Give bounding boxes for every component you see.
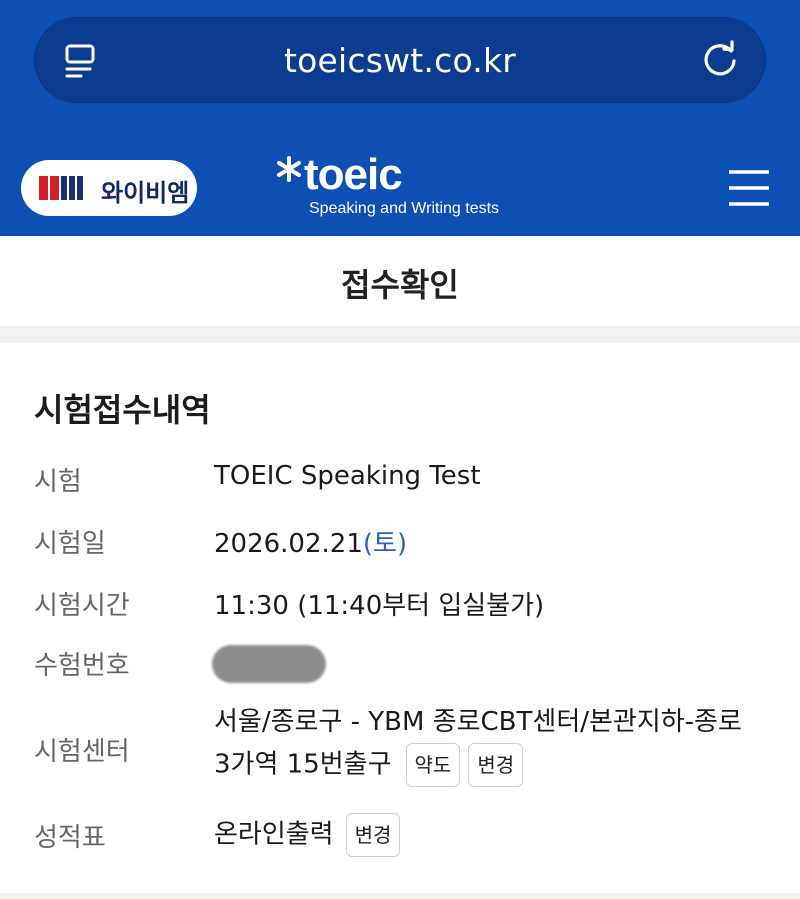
browser-url-bar[interactable]: toeicswt.co.kr	[34, 17, 766, 103]
center-address-line1: 서울/종로구 - YBM 종로CBT센터/본관지하-종로	[214, 707, 742, 737]
ybm-logo-button[interactable]: 와이비엠	[21, 160, 197, 216]
score-value: 온라인출력	[214, 819, 334, 850]
site-header: toeicswt.co.kr 와이비엠 toeic Speaking and W…	[0, 0, 800, 236]
center-address-line2-wrap: 3가역 15번출구 약도 변경	[214, 743, 742, 787]
exam-label: 시험	[34, 467, 82, 497]
exam-value: TOEIC Speaking Test	[214, 461, 481, 491]
ybm-logo-text: 와이비엠	[101, 179, 190, 207]
time-label: 시험시간	[34, 591, 130, 621]
registration-card: 시험접수내역 시험 TOEIC Speaking Test 시험일 2026.0…	[0, 343, 800, 893]
reload-icon[interactable]	[700, 39, 740, 79]
section-title: 시험접수내역	[34, 391, 211, 429]
score-change-button[interactable]: 변경	[345, 813, 401, 857]
toeic-star-icon	[277, 156, 301, 182]
map-button[interactable]: 약도	[405, 743, 461, 787]
toeic-logo-word: toeic	[304, 150, 403, 199]
time-value: 11:30 (11:40부터 입실불가)	[214, 591, 545, 621]
page-title: 접수확인	[341, 266, 459, 304]
date-weekday: (토)	[362, 529, 408, 559]
score-value-wrap: 온라인출력 변경	[214, 813, 401, 857]
date-label: 시험일	[34, 529, 106, 559]
toeic-logo-subtitle: Speaking and Writing tests	[309, 200, 500, 217]
number-label: 수험번호	[34, 651, 130, 681]
date-value-wrap: 2026.02.21(토)	[214, 523, 407, 560]
center-value: 서울/종로구 - YBM 종로CBT센터/본관지하-종로 3가역 15번출구 약도…	[214, 701, 742, 787]
center-address-line2: 3가역 15번출구	[214, 749, 392, 780]
score-label: 성적표	[34, 823, 106, 853]
date-value: 2026.02.21	[214, 529, 363, 559]
center-label: 시험센터	[34, 737, 130, 767]
center-change-button[interactable]: 변경	[468, 743, 524, 787]
hamburger-menu-icon[interactable]	[727, 168, 771, 208]
page-title-bar: 접수확인	[0, 236, 800, 326]
ybm-mark-icon	[39, 176, 83, 200]
redacted-exam-number	[212, 645, 326, 683]
toeic-logo[interactable]: toeic Speaking and Writing tests	[276, 150, 536, 225]
url-text[interactable]: toeicswt.co.kr	[34, 41, 766, 80]
